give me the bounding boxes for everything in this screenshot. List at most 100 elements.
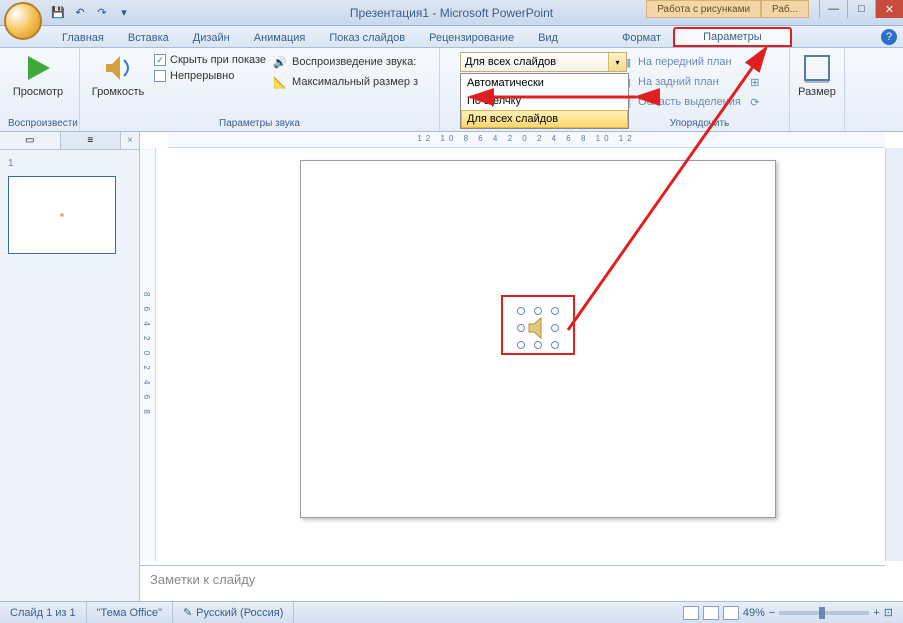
dropdown-item-all[interactable]: Для всех слайдов [461,110,628,128]
fit-button[interactable]: ⊡ [884,606,893,619]
dropdown-item-auto[interactable]: Автоматически [461,74,628,92]
status-right: 49% − + ⊡ [683,606,903,620]
resize-handle[interactable] [517,341,525,349]
playback-row: 🔊 Воспроизведение звука: [272,54,418,70]
view-normal-button[interactable] [683,606,699,620]
group-arrange: ▦ На передний план ▧ На задний план ◫ Об… [610,48,790,131]
checkbox-icon [154,70,166,82]
zoom-out-button[interactable]: − [769,607,775,619]
workarea: ▭ ≡ × 1 12 10 8 6 4 2 0 2 4 6 8 10 12 8 … [0,132,903,601]
tab-design[interactable]: Дизайн [181,29,242,47]
group-button[interactable]: ⊞ [747,74,763,90]
notes-pane[interactable]: Заметки к слайду [140,565,885,601]
tab-view[interactable]: Вид [526,29,570,47]
panel-tabs: ▭ ≡ × [0,132,139,150]
align-button[interactable]: ☰ [747,54,763,70]
play-icon [22,52,54,84]
vertical-ruler: 8 6 4 2 0 2 4 6 8 [140,148,156,561]
thumbnail-preview [8,176,116,254]
align-icon: ☰ [747,54,763,70]
ribbon-tabs: Главная Вставка Дизайн Анимация Показ сл… [0,26,903,48]
loop-label: Непрерывно [170,70,234,82]
size-button[interactable]: Размер [798,52,836,98]
sound-play-icon: 🔊 [272,54,288,70]
resize-handle[interactable] [534,341,542,349]
hide-checkbox-row[interactable]: ✓ Скрыть при показе [154,54,266,66]
tab-insert[interactable]: Вставка [116,29,181,47]
maximize-button[interactable]: □ [847,0,875,18]
size-label: Размер [798,86,836,98]
contextual-tab-picture-tools[interactable]: Работа с рисунками [646,0,761,18]
zoom-knob[interactable] [819,607,825,619]
selection-pane-label: Область выделения [638,96,741,108]
tab-format[interactable]: Формат [610,29,673,47]
resize-handle[interactable] [551,307,559,315]
send-back-button[interactable]: ▧ На задний план [618,74,741,90]
send-back-label: На задний план [638,76,719,88]
status-language-text: Русский (Россия) [196,607,283,619]
notes-placeholder: Заметки к слайду [150,572,255,587]
zoom-in-button[interactable]: + [873,607,879,619]
resize-handle[interactable] [551,341,559,349]
vertical-scrollbar[interactable] [885,148,903,561]
undo-icon[interactable]: ↶ [72,5,88,21]
dropdown-item-click[interactable]: По щелчку [461,92,628,110]
selection-pane-button[interactable]: ◫ Область выделения [618,94,741,110]
slide-canvas[interactable] [300,160,776,518]
resize-handle[interactable] [551,324,559,332]
status-slide[interactable]: Слайд 1 из 1 [0,602,87,623]
bring-front-button[interactable]: ▦ На передний план [618,54,741,70]
dropdown-selected[interactable]: Для всех слайдов ▾ Автоматически По щелч… [460,52,627,72]
volume-button[interactable]: Громкость [88,52,148,98]
contextual-tabs: Работа с рисунками Раб... [646,0,809,18]
tab-review[interactable]: Рецензирование [417,29,526,47]
vertical-ruler-text: 8 6 4 2 0 2 4 6 8 [142,148,151,561]
slide-thumbnail[interactable]: 1 [8,158,131,259]
maxsize-row[interactable]: 📐 Максимальный размер з [272,74,418,90]
group-sound-options: Громкость ✓ Скрыть при показе Непрерывно… [80,48,440,131]
status-bar: Слайд 1 из 1 "Тема Office" ✎ Русский (Ро… [0,601,903,623]
zoom-slider[interactable] [779,611,869,615]
rotate-icon: ⟳ [747,94,763,110]
slide-editor: 12 10 8 6 4 2 0 2 4 6 8 10 12 8 6 4 2 0 … [140,132,903,601]
spellcheck-icon: ✎ [183,606,192,619]
minimize-button[interactable]: — [819,0,847,18]
hide-label: Скрыть при показе [170,54,266,66]
group-label-sound: Параметры звука [88,116,431,131]
resize-handle[interactable] [517,324,525,332]
playback-dropdown[interactable]: Для всех слайдов ▾ Автоматически По щелч… [460,52,627,72]
zoom-percent[interactable]: 49% [743,607,765,619]
chevron-down-icon[interactable]: ▾ [608,53,626,71]
preview-label: Просмотр [13,86,63,98]
status-language[interactable]: ✎ Русский (Россия) [173,602,295,623]
view-sorter-button[interactable] [703,606,719,620]
bring-front-label: На передний план [638,56,732,68]
rotate-button[interactable]: ⟳ [747,94,763,110]
titlebar: 💾 ↶ ↷ ▾ Презентация1 - Microsoft PowerPo… [0,0,903,26]
maxsize-label: Максимальный размер з [292,76,418,88]
qat-dropdown-icon[interactable]: ▾ [116,5,132,21]
tab-home[interactable]: Главная [50,29,116,47]
view-slideshow-button[interactable] [723,606,739,620]
help-icon[interactable]: ? [881,29,897,45]
panel-tab-outline[interactable]: ≡ [61,132,122,149]
tab-slideshow[interactable]: Показ слайдов [317,29,417,47]
close-button[interactable]: ✕ [875,0,903,18]
tab-animation[interactable]: Анимация [242,29,318,47]
panel-close-icon[interactable]: × [121,132,139,149]
contextual-tab-2[interactable]: Раб... [761,0,809,18]
save-icon[interactable]: 💾 [50,5,66,21]
loop-checkbox-row[interactable]: Непрерывно [154,70,266,82]
tab-parameters[interactable]: Параметры [673,27,792,47]
audio-object[interactable] [521,311,555,345]
status-theme[interactable]: "Тема Office" [87,602,173,623]
preview-button[interactable]: Просмотр [8,52,68,98]
panel-tab-slides[interactable]: ▭ [0,132,61,149]
horizontal-ruler: 12 10 8 6 4 2 0 2 4 6 8 10 12 [168,132,885,148]
ruler-icon: 📐 [272,74,288,90]
ribbon: Просмотр Воспроизвести Громкость ✓ Скрыт… [0,48,903,132]
resize-handle[interactable] [534,307,542,315]
redo-icon[interactable]: ↷ [94,5,110,21]
resize-handle[interactable] [517,307,525,315]
office-button[interactable] [4,2,42,40]
